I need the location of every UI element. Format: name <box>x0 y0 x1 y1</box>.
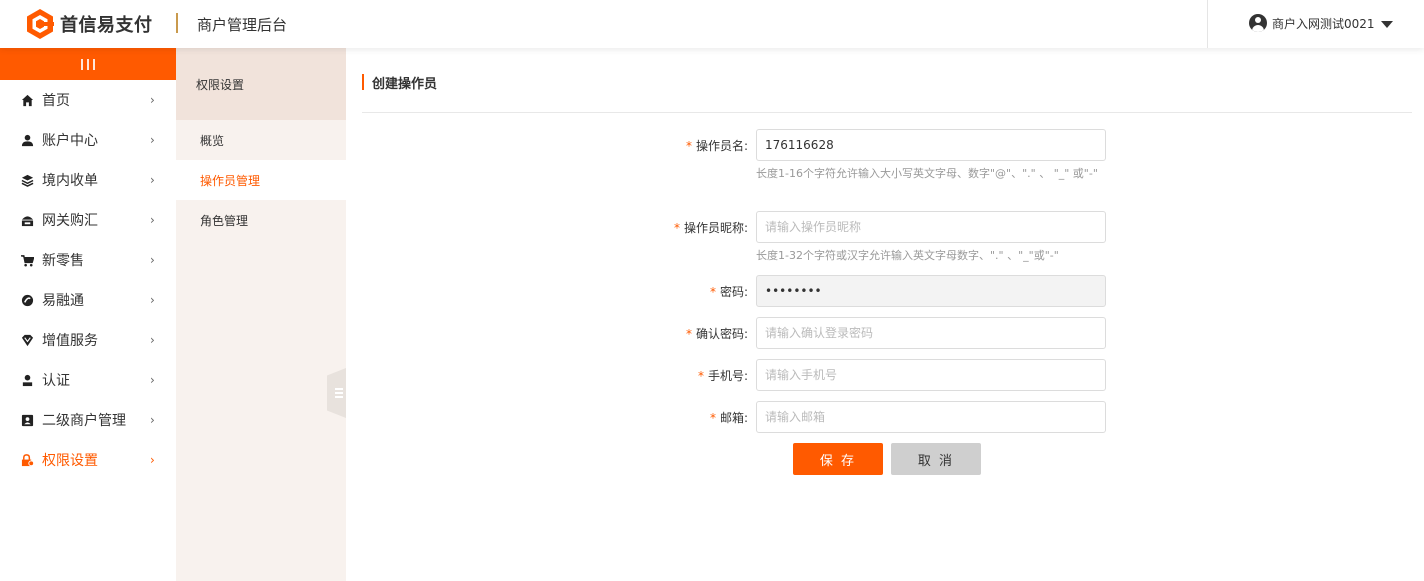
submenu-collapse-button[interactable] <box>327 368 346 418</box>
sidebar: 首页 › 账户中心 › 境内收单 › 网关购汇 › 新零售 › 易融通 › 增值… <box>0 48 176 581</box>
brand-logo[interactable]: 首信易支付 <box>24 6 153 42</box>
sidebar-item-label: 新零售 <box>42 253 84 269</box>
sidebar-item-certification[interactable]: 认证 › <box>0 360 176 400</box>
diamond-icon <box>20 333 34 347</box>
menu-bars-icon <box>81 58 95 70</box>
collapse-lines-icon <box>334 388 343 398</box>
chevron-right-icon: › <box>150 413 155 427</box>
chevron-right-icon: › <box>150 93 155 107</box>
sidebar-item-label: 认证 <box>42 373 70 389</box>
cancel-button[interactable]: 取 消 <box>891 443 981 475</box>
brand-name: 首信易支付 <box>60 15 153 36</box>
nickname-label: * 操作员昵称: <box>673 221 748 235</box>
sidebar-item-value-added[interactable]: 增值服务 › <box>0 320 176 360</box>
app-title: 商户管理后台 <box>197 16 288 34</box>
layers-icon <box>20 173 34 187</box>
finance-icon <box>20 293 34 307</box>
id-card-icon <box>20 413 34 427</box>
sidebar-item-new-retail[interactable]: 新零售 › <box>0 240 176 280</box>
sidebar-item-yirongtong[interactable]: 易融通 › <box>0 280 176 320</box>
nickname-hint: 长度1-32个字符或汉字允许输入英文字母数字、"." 、"_"或"-" <box>756 249 1059 262</box>
chevron-right-icon: › <box>150 133 155 147</box>
sidebar-item-domestic-acquiring[interactable]: 境内收单 › <box>0 160 176 200</box>
submenu-item-role-management[interactable]: 角色管理 <box>176 200 346 240</box>
brand-logo-icon <box>27 9 54 39</box>
sidebar-item-label: 二级商户管理 <box>42 413 126 429</box>
lock-icon <box>20 453 34 467</box>
sidebar-item-permissions[interactable]: 权限设置 › <box>0 440 176 480</box>
submenu-item-operator-management[interactable]: 操作员管理 <box>176 160 346 200</box>
chevron-right-icon: › <box>150 213 155 227</box>
title-accent-bar <box>362 74 364 90</box>
header-divider <box>176 13 178 33</box>
person-badge-icon <box>20 373 34 387</box>
phone-label: * 手机号: <box>697 369 748 383</box>
email-label: * 邮箱: <box>709 411 748 425</box>
submenu-title: 权限设置 <box>176 48 346 120</box>
page-title: 创建操作员 <box>372 76 438 92</box>
password-input[interactable] <box>756 275 1106 307</box>
sidebar-item-label: 权限设置 <box>42 453 98 469</box>
chevron-right-icon: › <box>150 293 155 307</box>
chevron-right-icon: › <box>150 453 155 467</box>
save-button[interactable]: 保 存 <box>793 443 883 475</box>
sidebar-item-account[interactable]: 账户中心 › <box>0 120 176 160</box>
phone-input[interactable] <box>756 359 1106 391</box>
sidebar-item-label: 首页 <box>42 93 70 109</box>
title-divider <box>362 112 1412 113</box>
user-menu[interactable]: 商户入网测试0021 <box>1249 13 1393 33</box>
home-icon <box>20 93 34 107</box>
confirm-password-label: * 确认密码: <box>685 327 748 341</box>
caret-down-icon <box>1380 20 1393 28</box>
main-content: 创建操作员 *操作员名: 长度1-16个字符允许输入大小写英文字母、数字"@"、… <box>346 48 1424 581</box>
password-label: * 密码: <box>709 285 748 299</box>
email-input[interactable] <box>756 401 1106 433</box>
sidebar-item-sub-merchant[interactable]: 二级商户管理 › <box>0 400 176 440</box>
sidebar-item-label: 账户中心 <box>42 133 98 149</box>
page-title-block: 创建操作员 <box>362 74 438 92</box>
bank-icon <box>20 213 34 227</box>
submenu-item-overview[interactable]: 概览 <box>176 120 346 160</box>
account-circle-icon <box>1249 14 1267 32</box>
sidebar-item-gateway-fx[interactable]: 网关购汇 › <box>0 200 176 240</box>
sidebar-item-label: 易融通 <box>42 293 84 309</box>
confirm-password-input[interactable] <box>756 317 1106 349</box>
sidebar-item-label: 网关购汇 <box>42 213 98 229</box>
chevron-right-icon: › <box>150 173 155 187</box>
sidebar-item-label: 境内收单 <box>42 173 98 189</box>
user-icon <box>20 133 34 147</box>
operator-name-input[interactable] <box>756 129 1106 161</box>
header-right-divider <box>1207 0 1208 48</box>
sidebar-item-label: 增值服务 <box>42 333 98 349</box>
chevron-right-icon: › <box>150 333 155 347</box>
chevron-right-icon: › <box>150 253 155 267</box>
chevron-right-icon: › <box>150 373 155 387</box>
sidebar-item-home[interactable]: 首页 › <box>0 80 176 120</box>
submenu-panel: 权限设置 概览 操作员管理 角色管理 <box>176 48 346 581</box>
nickname-input[interactable] <box>756 211 1106 243</box>
operator-name-label: * 操作员名: <box>685 139 748 153</box>
operator-name-hint: 长度1-16个字符允许输入大小写英文字母、数字"@"、"." 、 "_" 或"-… <box>756 167 1098 180</box>
cart-icon <box>20 253 34 267</box>
user-name: 商户入网测试0021 <box>1272 16 1375 31</box>
top-header: 首信易支付 商户管理后台 商户入网测试0021 <box>0 0 1424 48</box>
sidebar-toggle-button[interactable] <box>0 48 176 80</box>
